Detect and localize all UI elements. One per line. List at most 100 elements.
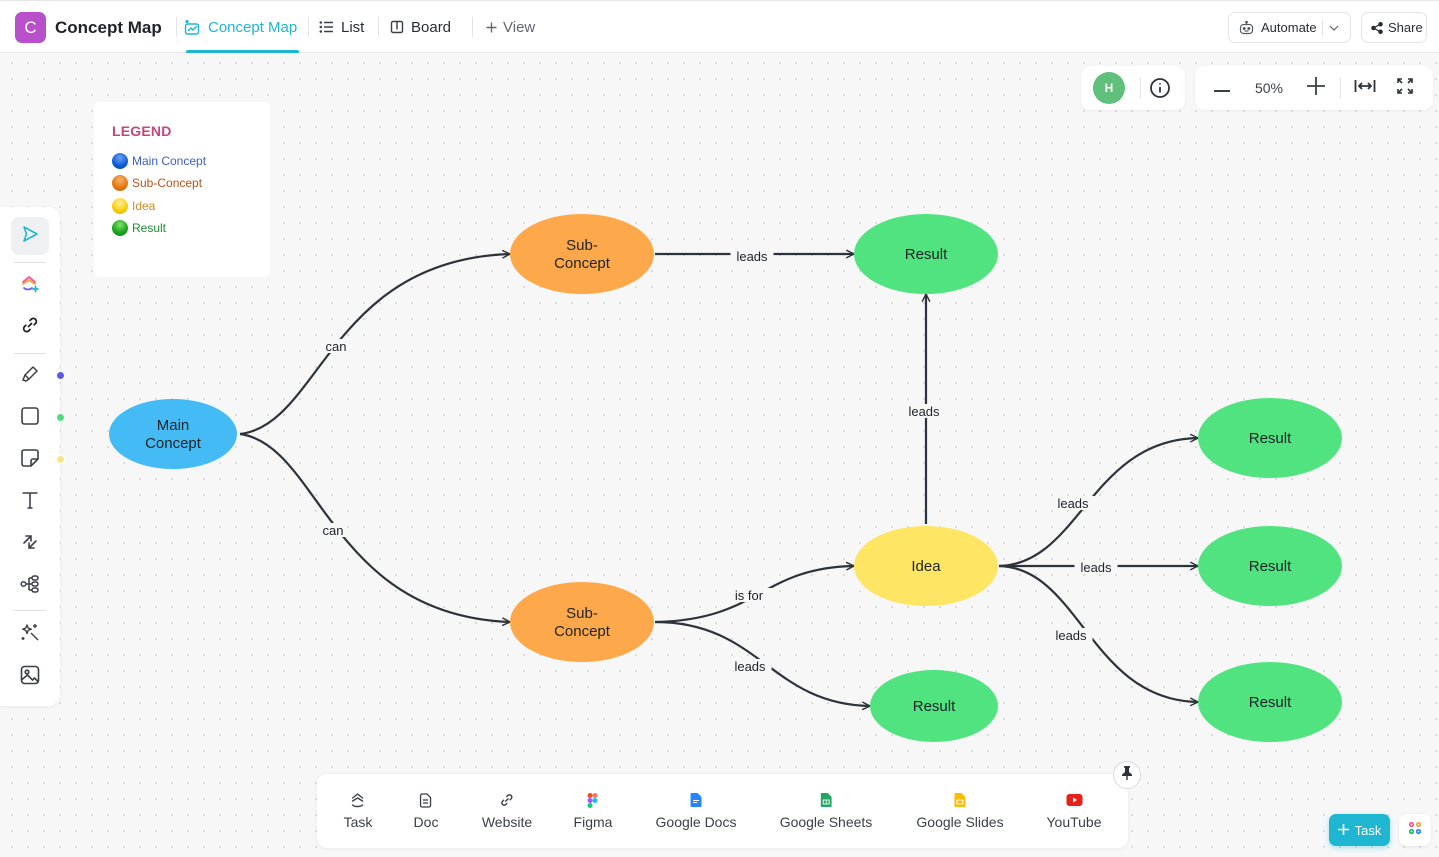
link-tool[interactable]	[11, 308, 49, 346]
node-res3[interactable]: Result	[1198, 398, 1342, 478]
select-tool[interactable]	[11, 217, 49, 255]
dock-item-youtube[interactable]: YouTube	[1046, 792, 1102, 830]
dock-label: Google Docs	[655, 814, 737, 830]
plus-icon	[1307, 76, 1325, 100]
node-idea[interactable]: Idea	[854, 526, 998, 606]
node-res1[interactable]: Result	[854, 214, 998, 294]
task-button-label: Task	[1354, 822, 1382, 838]
pen-tool[interactable]	[11, 357, 49, 395]
pen-icon	[20, 364, 40, 389]
dock-label: YouTube	[1046, 814, 1102, 830]
edge-line[interactable]	[239, 432, 511, 627]
edge-label[interactable]: leads	[1055, 628, 1087, 643]
dock-label: Task	[343, 814, 373, 830]
minus-icon	[1214, 79, 1230, 97]
dock-item-figma[interactable]: Figma	[574, 792, 612, 830]
edge-line[interactable]	[998, 564, 1199, 707]
node-res5[interactable]: Result	[1198, 662, 1342, 742]
edge-idea-to-res5[interactable]: leads	[998, 564, 1199, 707]
edge-label[interactable]: leads	[908, 404, 940, 419]
edge-line[interactable]	[998, 433, 1199, 568]
green-circle-icon	[112, 220, 128, 236]
info-icon[interactable]	[1147, 66, 1173, 110]
edge-sub2-to-idea[interactable]: is for	[654, 561, 855, 624]
node-res2[interactable]: Result	[870, 670, 998, 742]
edge-label[interactable]: leads	[736, 249, 768, 264]
zoom-level[interactable]: 50%	[1247, 66, 1291, 110]
zoom-out-button[interactable]	[1211, 66, 1233, 110]
dock-item-google-slides[interactable]: Google Slides	[916, 792, 1004, 830]
node-sub2[interactable]: Sub-Concept	[510, 582, 654, 662]
zoom-in-button[interactable]	[1305, 66, 1327, 110]
rectangle-icon	[21, 406, 39, 430]
sticky-note-icon	[21, 448, 39, 472]
edge-sub2-to-res2[interactable]: leads	[654, 620, 871, 711]
ai-magic-tool[interactable]	[11, 615, 49, 653]
sticky-note-tool[interactable]	[11, 441, 49, 479]
dock-label: Doc	[413, 814, 439, 830]
edge-label[interactable]: leads	[1080, 560, 1112, 575]
main-concept-shape[interactable]	[109, 399, 237, 469]
new-task-button[interactable]: Task	[1329, 814, 1390, 846]
node-sub1[interactable]: Sub-Concept	[510, 214, 654, 294]
dock-item-google-docs[interactable]: Google Docs	[655, 792, 737, 830]
plus-icon	[1337, 823, 1349, 838]
edge-label[interactable]: can	[323, 523, 344, 538]
connector-tool[interactable]	[11, 525, 49, 563]
dock-label: Google Sheets	[779, 814, 873, 830]
mindmap-tool[interactable]	[11, 567, 49, 605]
fit-width-icon	[1354, 79, 1376, 98]
fit-width-button[interactable]	[1353, 66, 1377, 110]
pin-icon	[1121, 765, 1133, 785]
pin-dock-button[interactable]	[1113, 761, 1141, 789]
node-label: Result	[905, 246, 948, 263]
fullscreen-button[interactable]	[1394, 66, 1416, 110]
divider	[14, 353, 46, 354]
sub-concept-shape[interactable]	[510, 214, 654, 294]
google-sheets-icon	[820, 792, 832, 808]
dock-item-website[interactable]: Website	[482, 792, 532, 830]
blue-circle-icon	[112, 153, 128, 169]
google-slides-icon	[954, 792, 966, 808]
edge-main-to-sub2[interactable]: can	[239, 432, 511, 627]
clickup-ai-tool[interactable]	[11, 267, 49, 305]
edge-line[interactable]	[239, 249, 511, 436]
shape-color-swatch[interactable]	[56, 413, 65, 422]
link-icon	[500, 792, 514, 808]
node-res4[interactable]: Result	[1198, 526, 1342, 606]
legend-title: LEGEND	[112, 123, 172, 139]
apps-button[interactable]	[1399, 814, 1431, 846]
node-main[interactable]: MainConcept	[109, 399, 237, 469]
task-icon	[351, 792, 365, 808]
magic-wand-icon	[20, 622, 40, 647]
user-avatar[interactable]: H	[1093, 66, 1125, 110]
sub-concept-shape[interactable]	[510, 582, 654, 662]
node-label: Sub-	[566, 237, 598, 254]
node-label: Sub-	[566, 605, 598, 622]
dock-item-task[interactable]: Task	[343, 792, 373, 830]
edge-label[interactable]: is for	[735, 588, 764, 603]
dock-item-google-sheets[interactable]: Google Sheets	[779, 792, 873, 830]
edge-label[interactable]: leads	[734, 659, 766, 674]
divider	[14, 610, 46, 611]
select-icon	[21, 225, 39, 248]
legend-label: Sub-Concept	[132, 176, 203, 190]
dock-item-doc[interactable]: Doc	[413, 792, 439, 830]
edge-idea-to-res3[interactable]: leads	[998, 433, 1199, 568]
doc-icon	[420, 792, 432, 808]
text-tool[interactable]	[11, 483, 49, 521]
dock-label: Google Slides	[916, 814, 1004, 830]
edge-idea-to-res1[interactable]: leads	[902, 293, 946, 524]
pen-color-swatch[interactable]	[56, 371, 65, 380]
figma-icon	[588, 792, 598, 808]
image-tool[interactable]	[11, 658, 49, 696]
edge-sub1-to-res1[interactable]: leads	[655, 249, 855, 264]
edge-label[interactable]: can	[326, 339, 347, 354]
expand-icon	[1397, 77, 1413, 99]
edge-main-to-sub1[interactable]: can	[239, 249, 511, 436]
legend-item-result: Result	[112, 220, 166, 236]
edge-label[interactable]: leads	[1057, 496, 1089, 511]
rectangle-tool[interactable]	[11, 399, 49, 437]
note-color-swatch[interactable]	[56, 455, 65, 464]
legend[interactable]: LEGEND Main Concept Sub-Concept Idea Res…	[94, 102, 270, 277]
